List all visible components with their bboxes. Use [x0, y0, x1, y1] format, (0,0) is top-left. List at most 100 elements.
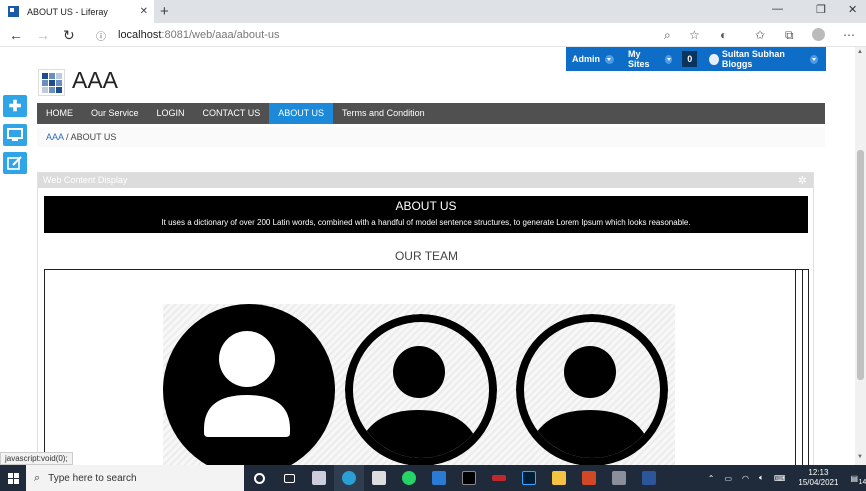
browser-tab[interactable]: ABOUT US - Liferay ✕ [0, 0, 154, 23]
dockbar-admin-label: Admin [572, 54, 600, 64]
battery-icon[interactable]: ▭ [724, 474, 732, 483]
new-tab-button[interactable]: + [160, 3, 169, 20]
favorite-star-icon[interactable]: ☆ [689, 28, 700, 42]
wifi-icon[interactable]: ◠ [742, 474, 749, 483]
clock[interactable]: 12:13 15/04/2021 [798, 468, 838, 488]
edit-button[interactable] [3, 152, 27, 174]
team-member-avatar-icon [516, 314, 668, 465]
dockbar-my-sites[interactable]: My Sites [628, 49, 673, 69]
page-viewport: Admin My Sites 0 Sultan Subhan Bloggs ✚ … [0, 47, 855, 465]
minimize-icon[interactable]: — [772, 3, 783, 15]
site-info-icon[interactable]: ⓘ [96, 28, 106, 43]
scroll-down-icon[interactable]: ▼ [857, 454, 863, 460]
breadcrumb-separator: / [66, 132, 69, 142]
profile-avatar-icon[interactable] [812, 28, 825, 41]
close-window-icon[interactable]: ✕ [848, 3, 857, 16]
site-name[interactable]: AAA [72, 67, 118, 94]
store-icon[interactable] [364, 465, 394, 491]
terminal-icon[interactable] [454, 465, 484, 491]
web-content-portlet: Web Content Display ✲ ABOUT US It uses a… [37, 172, 814, 465]
task-view-icon[interactable] [274, 465, 304, 491]
team-table [44, 269, 809, 465]
cortana-icon[interactable] [244, 465, 274, 491]
monitor-icon [7, 128, 23, 141]
file-explorer-icon[interactable] [544, 465, 574, 491]
chevron-up-icon[interactable]: ⌃ [708, 474, 715, 483]
start-button[interactable] [0, 465, 26, 491]
url-host: localhost [118, 29, 162, 41]
edge-browser-icon[interactable] [334, 465, 364, 491]
favorites-bar-icon[interactable]: ✩ [755, 28, 765, 42]
nav-item-contact-us[interactable]: CONTACT US [194, 103, 270, 124]
forward-icon[interactable]: → [36, 27, 50, 43]
dockbar-my-sites-label: My Sites [628, 49, 650, 69]
nav-item-our-service[interactable]: Our Service [82, 103, 148, 124]
language-icon[interactable]: ⌨ [774, 474, 786, 483]
powerpoint-icon[interactable] [574, 465, 604, 491]
windows-logo-icon [7, 472, 19, 484]
status-link-preview: javascript:void(0); [0, 452, 73, 465]
url-field[interactable]: ⓘ localhost:8081/web/aaa/about-us [88, 25, 708, 45]
gear-icon[interactable]: ✲ [798, 174, 807, 189]
nav-item-login[interactable]: LOGIN [148, 103, 194, 124]
extension-icon[interactable]: ◐ [720, 28, 727, 42]
page-scrollbar[interactable]: ▲ ▼ [855, 47, 866, 465]
photoshop-icon[interactable] [514, 465, 544, 491]
close-tab-icon[interactable]: ✕ [140, 6, 148, 17]
liferay-favicon-icon [8, 6, 19, 17]
breadcrumb-root[interactable]: AAA [46, 132, 64, 142]
taskbar-search[interactable]: ⌕ Type here to search [26, 465, 244, 491]
dockbar: Admin My Sites 0 Sultan Subhan Bloggs [566, 47, 826, 71]
user-avatar [709, 53, 719, 65]
chevron-down-icon [664, 54, 673, 64]
action-center-icon[interactable]: ▤ 14 [850, 474, 866, 486]
site-navigation: HOME Our Service LOGIN CONTACT US ABOUT … [37, 103, 825, 124]
notification-count-badge[interactable]: 0 [682, 51, 698, 67]
table-divider [802, 270, 803, 465]
back-icon[interactable]: ← [9, 27, 23, 43]
maximize-icon[interactable]: ❐ [816, 3, 826, 16]
app-generic-icon[interactable] [604, 465, 634, 491]
word-icon[interactable] [634, 465, 664, 491]
edit-icon [7, 156, 22, 170]
chevron-down-icon [810, 54, 818, 64]
portlet-title: Web Content Display [43, 175, 128, 185]
table-divider [795, 270, 796, 465]
site-logo[interactable] [38, 69, 65, 96]
reload-icon[interactable]: ↻ [63, 27, 75, 44]
volume-icon[interactable]: 🔈︎ [759, 473, 764, 483]
add-button[interactable]: ✚ [3, 95, 27, 117]
dockbar-user-name: Sultan Subhan Bloggs [721, 49, 785, 69]
about-banner: ABOUT US It uses a dictionary of over 20… [44, 196, 808, 233]
portlet-title-bar: Web Content Display ✲ [38, 173, 813, 188]
plus-icon: ✚ [8, 98, 22, 115]
taskbar-search-placeholder: Type here to search [48, 472, 137, 484]
dockbar-admin[interactable]: Admin [572, 54, 614, 64]
clock-date: 15/04/2021 [798, 478, 839, 487]
banner-title: ABOUT US [395, 199, 457, 213]
url-path: :8081/web/aaa/about-us [161, 29, 280, 41]
zoom-icon[interactable]: ⌕ [664, 28, 671, 43]
taskbar: ⌕ Type here to search ⌃ ▭ ◠ 🔈︎ ⌨ 12:13 1… [0, 465, 866, 491]
banner-text: It uses a dictionary of over 200 Latin w… [161, 218, 691, 227]
breadcrumb-current: ABOUT US [70, 132, 117, 142]
scroll-up-icon[interactable]: ▲ [857, 49, 863, 55]
nav-item-terms[interactable]: Terms and Condition [333, 103, 434, 124]
notification-count: 14 [858, 478, 866, 486]
scrollbar-thumb[interactable] [857, 150, 864, 380]
browser-tabstrip: ABOUT US - Liferay ✕ + — ❐ ✕ [0, 0, 866, 23]
app-icon[interactable] [424, 465, 454, 491]
nav-item-about-us[interactable]: ABOUT US [269, 103, 334, 124]
app-red-icon[interactable] [484, 465, 514, 491]
search-icon: ⌕ [34, 471, 41, 484]
breadcrumb: AAA / ABOUT US [37, 127, 825, 147]
nav-item-home[interactable]: HOME [37, 103, 82, 124]
preview-button[interactable] [3, 124, 27, 146]
dockbar-user-menu[interactable]: Sultan Subhan Bloggs [709, 49, 818, 69]
whatsapp-icon[interactable] [394, 465, 424, 491]
settings-more-icon[interactable]: ⋯ [843, 28, 855, 42]
chevron-down-icon [605, 54, 614, 64]
team-heading: OUR TEAM [394, 249, 459, 263]
mail-icon[interactable] [304, 465, 334, 491]
collections-icon[interactable]: ⧉ [785, 28, 794, 43]
